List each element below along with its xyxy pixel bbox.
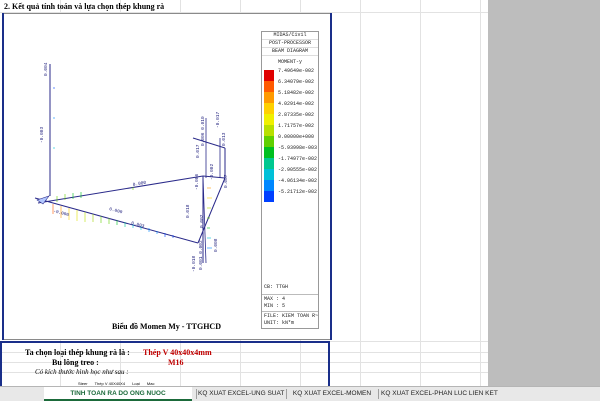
tab-kq-xuat-excel-phan-luc-lien-ket[interactable]: KQ XUAT EXCEL-PHAN LUC LIEN KET <box>381 387 498 401</box>
steel-type-label: Ta chọn loại thép khung rà là : <box>25 348 130 357</box>
legend-swatch <box>264 81 274 92</box>
legend-max: MAX : 4 <box>264 296 286 302</box>
moment-legend: MIDAS/Civil POST-PROCESSOR BEAM DIAGRAM … <box>261 31 319 329</box>
diagram-label: 0.007 <box>223 174 229 188</box>
diagram-label: 0.013 <box>221 132 227 146</box>
legend-swatch <box>264 103 274 114</box>
dimensions-label: Có kích thước hình học như sau : <box>35 368 129 376</box>
tab-tinh-toan-ra-do-ong-nuoc[interactable]: TINH TOAN RA DO ONG NUOC <box>44 387 192 401</box>
tab-kq-xuat-excel-momen[interactable]: KQ XUAT EXCEL-MOMEN <box>289 387 375 401</box>
steel-type-value[interactable]: Thép V 40x40x4mm <box>143 348 212 357</box>
diagram-caption: Biểu đồ Momen My - TTGHCD <box>112 322 221 331</box>
diagram-label: -0.006 <box>194 173 200 190</box>
beam-moment-diagram: 0.004 -0.003 0.000 0.017 0.006 0.010 -0.… <box>34 62 229 272</box>
legend-value: 0.00000e+000 <box>278 134 315 140</box>
legend-swatch <box>264 147 274 158</box>
diagram-label: 0.003 <box>130 220 145 229</box>
outside-sheet-area <box>488 0 600 386</box>
diagram-label: 0.008 <box>213 238 219 252</box>
section-title: 2. Kết quả tính toán và lựa chọn thép kh… <box>4 2 165 11</box>
legend-swatch <box>264 158 274 169</box>
legend-value: -5.21712e-002 <box>278 189 318 195</box>
legend-value: 7.49649e-002 <box>278 68 315 74</box>
legend-swatch <box>264 169 274 180</box>
legend-swatch <box>264 114 274 125</box>
diagram-label: -0.003 <box>39 126 45 143</box>
diagram-label: 0.000 <box>108 206 123 215</box>
legend-value: -5.93998e-003 <box>278 145 318 151</box>
diagram-label: -0.002 <box>209 163 215 180</box>
diagram-label: 0.004 <box>43 62 49 76</box>
beam-diagram-frame: 0.004 -0.003 0.000 0.017 0.006 0.010 -0.… <box>2 13 332 340</box>
legend-value: 4.02914e-002 <box>278 101 315 107</box>
diagram-label: 0.006 0.010 <box>200 116 206 146</box>
diagram-label: -0.018 <box>191 255 197 272</box>
legend-swatch <box>264 70 274 81</box>
legend-header-line: POST-PROCESSOR <box>262 40 318 48</box>
legend-value: 5.18482e-002 <box>278 90 315 96</box>
legend-value: -2.90555e-002 <box>278 167 318 173</box>
legend-value: 1.71757e-002 <box>278 123 315 129</box>
legend-min: MIN : 5 <box>264 303 286 309</box>
steel-selection-block: Ta chọn loại thép khung rà là : Thép V 4… <box>0 341 330 386</box>
legend-title: MOMENT-y <box>277 59 302 65</box>
legend-value: -1.74977e-002 <box>278 156 318 162</box>
legend-swatch <box>264 92 274 103</box>
legend-value: -4.06134e-002 <box>278 178 318 184</box>
legend-file: FILE: KIEM TOAN R~ <box>264 313 319 319</box>
sheet-tab-bar: TINH TOAN RA DO ONG NUOC KQ XUAT EXCEL-U… <box>0 386 600 401</box>
spreadsheet-area[interactable]: 2. Kết quả tính toán và lựa chọn thép kh… <box>0 0 488 386</box>
legend-header-line: BEAM DIAGRAM <box>262 48 318 56</box>
bolt-value[interactable]: M16 <box>168 358 184 367</box>
legend-swatch <box>264 180 274 191</box>
legend-scale: 7.49649e-002 6.34079e-002 5.18482e-002 4… <box>264 68 318 202</box>
diagram-label: 0.001 0.002 <box>198 240 204 270</box>
diagram-label: 0.000 <box>132 180 147 188</box>
legend-value: 2.87335e-002 <box>278 112 315 118</box>
legend-cb: CB: TTGH <box>264 284 289 290</box>
legend-swatch <box>264 191 274 202</box>
legend-value: 6.34079e-002 <box>278 79 315 85</box>
legend-swatch <box>264 136 274 147</box>
legend-swatch <box>264 125 274 136</box>
diagram-label: 0.018 <box>185 204 191 218</box>
tab-kq-xuat-excel-ung-suat[interactable]: KQ XUAT EXCEL-UNG SUAT <box>198 387 284 401</box>
legend-header-line: MIDAS/Civil <box>262 32 318 40</box>
bolt-label: Bu lông treo : <box>52 358 99 367</box>
diagram-label: 0.002 <box>199 214 205 228</box>
diagram-label: -0.017 <box>215 111 221 128</box>
